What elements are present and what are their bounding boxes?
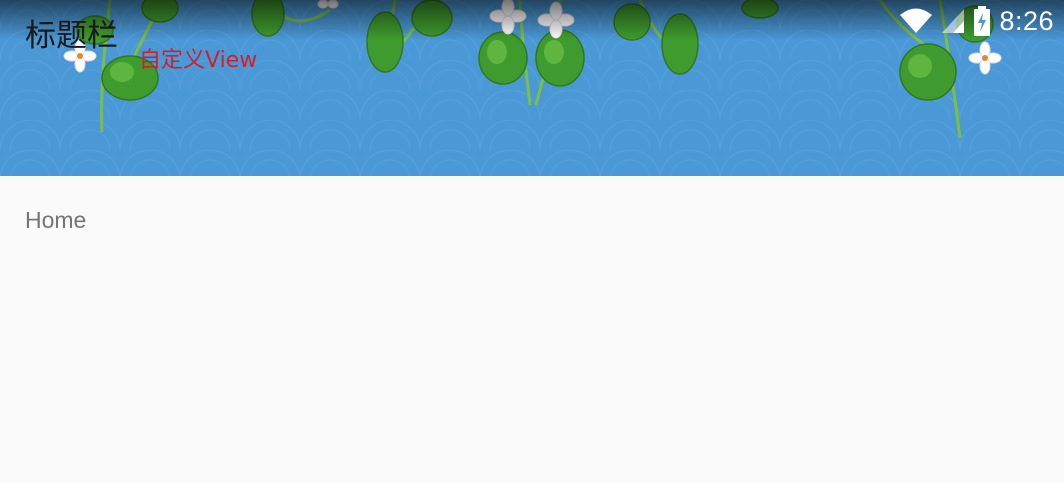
wifi-icon (899, 8, 933, 34)
battery-charging-icon (973, 6, 991, 36)
toolbar-title: 标题栏 (25, 18, 118, 54)
main-content: Home (0, 176, 1064, 482)
status-bar: 8:26 (899, 4, 1054, 38)
custom-view-label: 自定义View (139, 48, 258, 73)
home-text: Home (25, 207, 87, 233)
app-screen: 8:26 标题栏 自定义View Home (0, 0, 1064, 482)
header-banner: 8:26 标题栏 自定义View (0, 0, 1064, 176)
status-time: 8:26 (999, 5, 1054, 36)
cell-signal-icon (941, 8, 965, 34)
